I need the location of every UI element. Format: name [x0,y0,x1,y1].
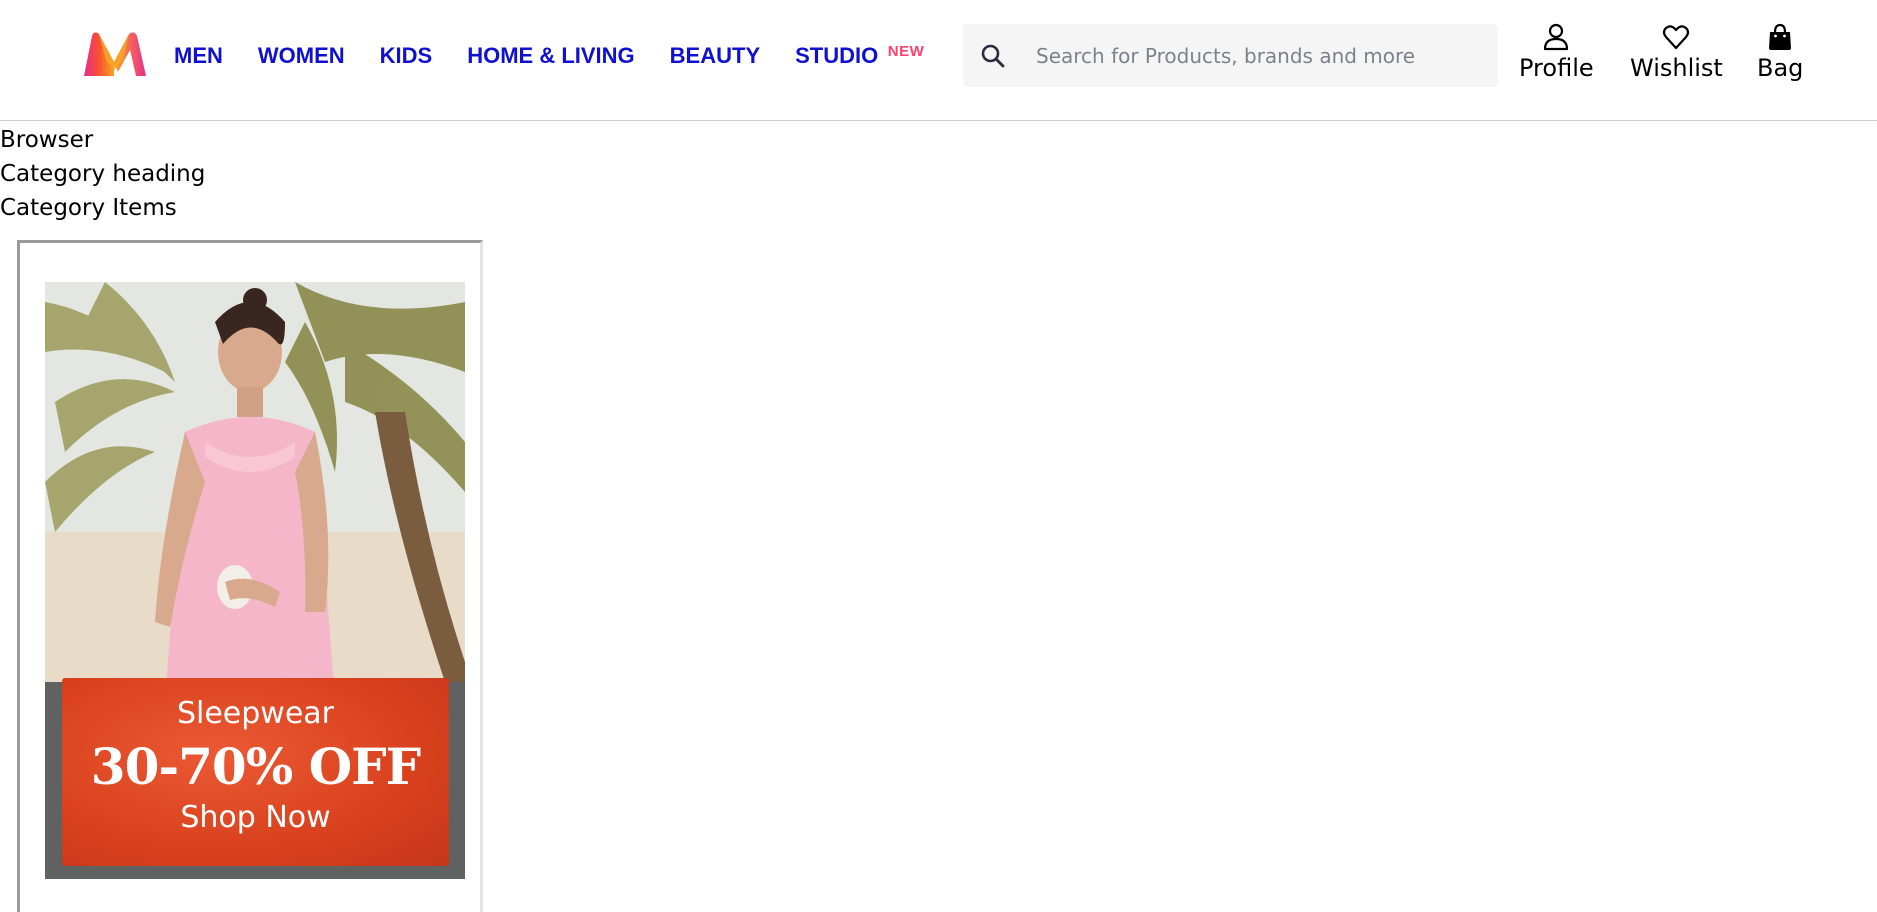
offer-box[interactable]: Sleepwear 30-70% OFF Shop Now [62,678,449,866]
user-icon [1542,22,1570,52]
wishlist-label: Wishlist [1630,54,1723,82]
profile-label: Profile [1519,54,1594,82]
nav-home-living[interactable]: HOME & LIVING [467,40,634,72]
search-box [963,24,1498,87]
nav-kids[interactable]: KIDS [380,40,433,72]
nav-studio-label: STUDIO [795,43,879,68]
wishlist-button[interactable]: Wishlist [1630,22,1723,82]
new-badge: NEW [887,43,925,60]
nav-men[interactable]: MEN [174,40,223,72]
bag-button[interactable]: Bag [1757,22,1803,82]
search-icon[interactable] [980,43,1006,69]
shopping-bag-icon [1766,22,1794,52]
offer-discount: 30-70% OFF [90,737,421,796]
heart-icon [1662,22,1690,52]
profile-button[interactable]: Profile [1519,22,1594,82]
main-nav: MEN WOMEN KIDS HOME & LIVING BEAUTY STUD… [174,40,924,72]
bag-label: Bag [1757,54,1804,82]
nav-women[interactable]: WOMEN [258,40,345,72]
sleepwear-banner[interactable]: Sleepwear 30-70% OFF Shop Now [45,282,465,879]
myntra-logo-icon[interactable] [80,26,150,80]
shop-now-link[interactable]: Shop Now [62,800,449,836]
browser-text: Browser [0,127,94,153]
nav-beauty[interactable]: BEAUTY [670,40,760,72]
nav-studio[interactable]: STUDIO NEW [795,40,924,72]
category-heading-text: Category heading [0,161,206,187]
category-item-card[interactable]: Sleepwear 30-70% OFF Shop Now [17,240,483,912]
site-header: MEN WOMEN KIDS HOME & LIVING BEAUTY STUD… [0,0,1877,121]
category-items-text: Category Items [0,195,177,221]
offer-title: Sleepwear [176,696,335,731]
search-input[interactable] [1036,24,1498,87]
